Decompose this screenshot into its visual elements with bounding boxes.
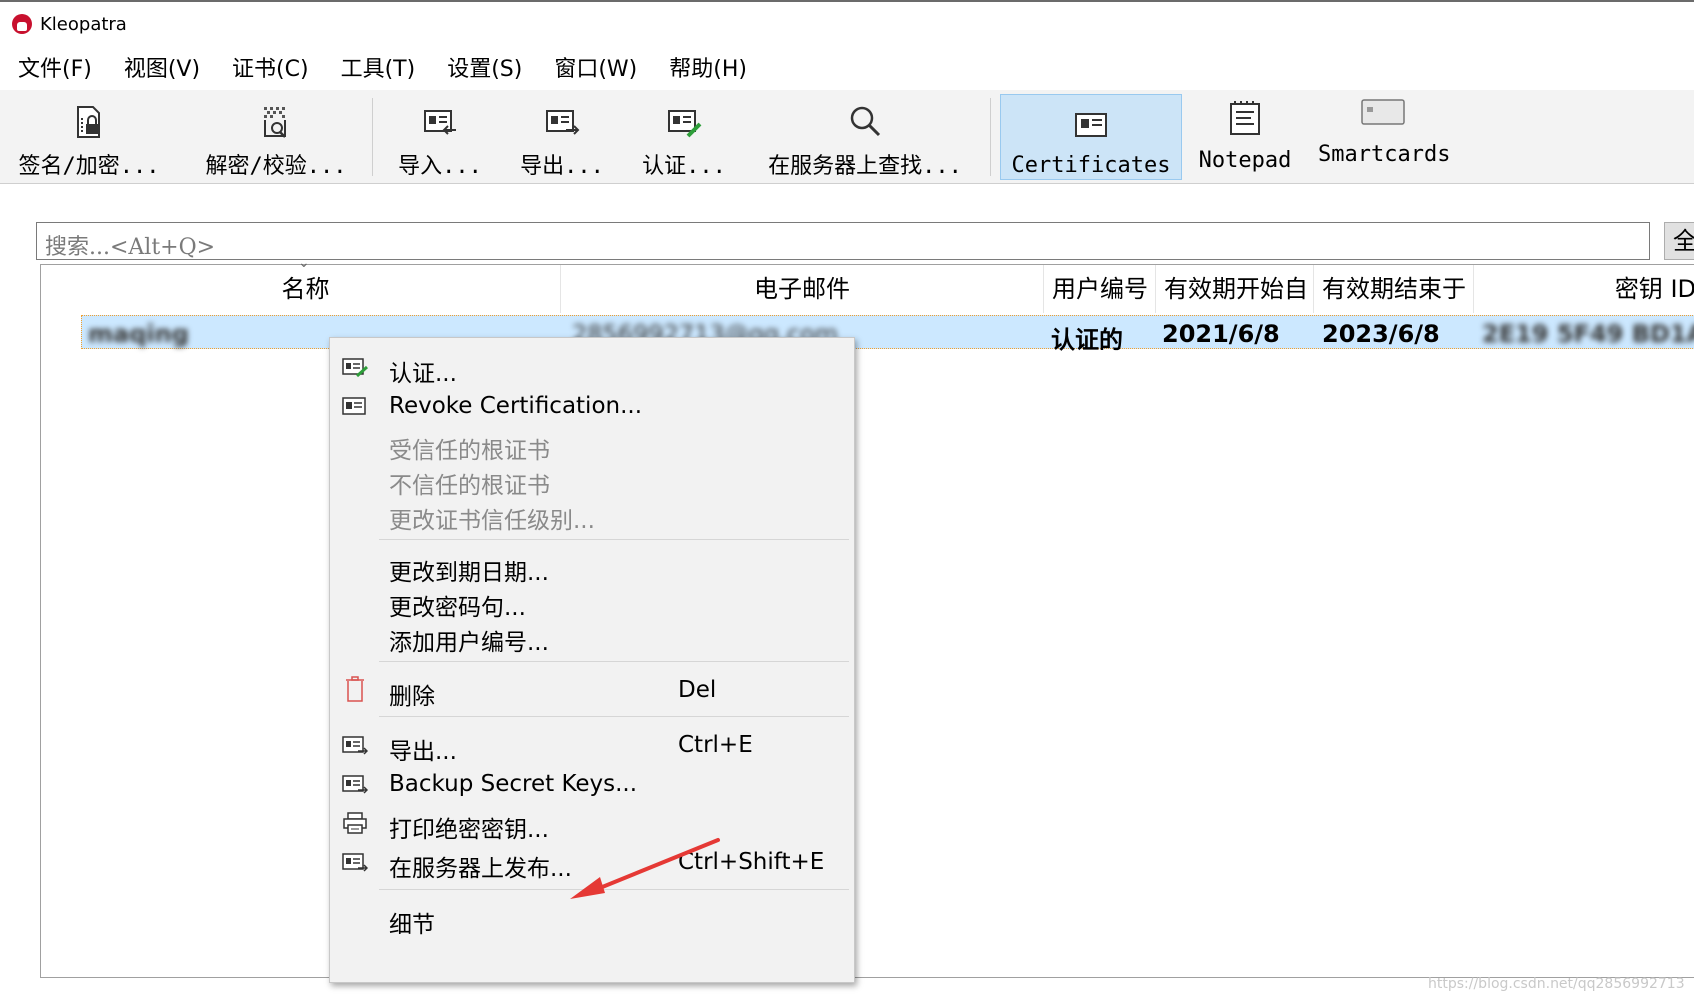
ctx-trusted-root: 受信任的根证书 — [330, 425, 854, 464]
ctx-add-uid-label: 添加用户编号... — [389, 630, 549, 656]
table-row[interactable]: maqing 2856992713@qq.com 认证的 2021/6/8 20… — [81, 315, 1694, 354]
ctx-backup-label: Backup Secret Keys... — [389, 771, 638, 797]
menu-separator — [379, 539, 849, 540]
notepad-icon — [1230, 101, 1260, 135]
main-toolbar: 签名/加密... 解密/校验... 导入... 导出... 认证... 在服务器… — [0, 90, 1694, 184]
notepad-button[interactable]: Notepad — [1192, 90, 1298, 182]
certificates-label: Certificates — [1011, 153, 1171, 178]
menu-window[interactable]: 窗口(W) — [554, 48, 637, 92]
certify-label: 认证... — [642, 154, 726, 179]
ctx-publish-label: 在服务器上发布... — [389, 856, 572, 882]
notepad-label: Notepad — [1198, 148, 1292, 173]
smartcard-icon — [1361, 99, 1405, 125]
ctx-revoke-certification[interactable]: Revoke Certification... — [330, 387, 854, 425]
ctx-revoke-label: Revoke Certification... — [389, 393, 643, 419]
window-title: Kleopatra — [40, 14, 127, 35]
export-certificate-icon — [342, 853, 368, 872]
ctx-change-expiry[interactable]: 更改到期日期... — [330, 547, 854, 586]
title-bar: Kleopatra — [0, 0, 1694, 44]
printer-icon — [343, 812, 367, 834]
menu-settings[interactable]: 设置(S) — [447, 48, 522, 92]
search-field[interactable]: 搜索...<Alt+Q> — [36, 222, 1650, 260]
import-certificate-icon — [424, 110, 456, 135]
ctx-add-user-id[interactable]: 添加用户编号... — [330, 617, 854, 656]
lookup-on-server-label: 在服务器上查找... — [768, 154, 962, 179]
cell-valid-until: 2023/6/8 — [1322, 320, 1440, 348]
export-certificate-icon — [342, 775, 368, 794]
ctx-certify[interactable]: 认证... — [330, 348, 854, 387]
certificate-table: ⌄ 名称 电子邮件 用户编号 有效期开始自 有效期结束于 密钥 ID maqin… — [40, 255, 1694, 978]
certificate-icon — [1075, 113, 1107, 137]
export-label: 导出... — [520, 154, 604, 179]
certify-icon — [668, 110, 702, 138]
menu-view[interactable]: 视图(V) — [124, 48, 200, 92]
ctx-certify-label: 认证... — [389, 361, 457, 387]
ctx-details[interactable]: 细节 — [330, 899, 854, 938]
cell-name: maqing — [88, 320, 189, 348]
cell-user-id: 认证的 — [1051, 326, 1123, 354]
decrypt-verify-icon — [264, 107, 286, 138]
context-menu: 认证... Revoke Certification... 受信任的根证书 不信… — [329, 337, 855, 983]
sign-encrypt-icon — [77, 106, 100, 138]
decrypt-verify-label: 解密/校验... — [205, 154, 347, 179]
ctx-distrust-root: 不信任的根证书 — [330, 460, 854, 499]
column-header-name[interactable]: 名称 — [41, 265, 561, 313]
ctx-delete-shortcut: Del — [678, 677, 717, 703]
toolbar-separator — [990, 98, 991, 176]
ctx-export[interactable]: 导出... Ctrl+E — [330, 726, 854, 765]
menu-separator — [379, 889, 849, 890]
column-header-user-id[interactable]: 用户编号 — [1044, 265, 1156, 313]
ctx-publish-shortcut: Ctrl+Shift+E — [678, 849, 825, 875]
ctx-change-trust-level: 更改证书信任级别... — [330, 495, 854, 534]
trash-icon — [346, 676, 364, 702]
watermark-text: https://blog.csdn.net/qq2856992713 — [1428, 976, 1685, 992]
smartcards-button[interactable]: Smartcards — [1318, 90, 1451, 182]
ctx-delete-label: 删除 — [389, 684, 435, 710]
menu-certificates[interactable]: 证书(C) — [232, 48, 309, 92]
column-header-key-id[interactable]: 密钥 ID — [1474, 265, 1694, 313]
sign-encrypt-label: 签名/加密... — [18, 154, 160, 179]
menu-file[interactable]: 文件(F) — [18, 48, 92, 92]
search-placeholder: 搜索...<Alt+Q> — [45, 235, 216, 260]
menu-separator — [379, 661, 849, 662]
ctx-publish-on-server[interactable]: 在服务器上发布... Ctrl+Shift+E — [330, 843, 854, 882]
ctx-export-shortcut: Ctrl+E — [678, 732, 753, 758]
certify-icon — [342, 358, 368, 378]
cell-valid-from: 2021/6/8 — [1162, 320, 1280, 348]
ctx-print-secret-key[interactable]: 打印绝密密钥... — [330, 804, 854, 843]
menu-tools[interactable]: 工具(T) — [341, 48, 416, 92]
column-header-email[interactable]: 电子邮件 — [561, 265, 1044, 313]
menu-separator — [379, 716, 849, 717]
ctx-change-passphrase[interactable]: 更改密码句... — [330, 582, 854, 621]
export-certificate-icon — [342, 736, 368, 755]
certify-button[interactable]: 认证... — [634, 90, 734, 182]
ctx-delete[interactable]: 删除 Del — [330, 671, 854, 710]
search-icon — [850, 106, 881, 137]
lookup-on-server-button[interactable]: 在服务器上查找... — [760, 90, 970, 182]
decrypt-verify-button[interactable]: 解密/校验... — [196, 90, 356, 182]
sign-encrypt-button[interactable]: 签名/加密... — [14, 90, 164, 182]
ctx-backup-secret-keys[interactable]: Backup Secret Keys... — [330, 765, 854, 803]
toolbar-separator — [372, 98, 373, 176]
filter-all-button[interactable]: 全 — [1664, 222, 1694, 260]
menu-help[interactable]: 帮助(H) — [669, 48, 747, 92]
menu-bar: 文件(F) 视图(V) 证书(C) 工具(T) 设置(S) 窗口(W) 帮助(H… — [0, 48, 1694, 92]
cell-key-id: 2E19 5F49 BD1A — [1482, 320, 1694, 348]
import-button[interactable]: 导入... — [390, 90, 490, 182]
ctx-print-label: 打印绝密密钥... — [389, 817, 549, 843]
kleopatra-app-icon — [12, 14, 32, 34]
ctx-change-trust-label: 更改证书信任级别... — [389, 508, 595, 534]
column-header-valid-until[interactable]: 有效期结束于 — [1314, 265, 1474, 313]
certificate-icon — [342, 397, 366, 415]
ctx-details-label: 细节 — [389, 912, 435, 938]
export-certificate-icon — [546, 110, 580, 135]
column-header-valid-from[interactable]: 有效期开始自 — [1156, 265, 1314, 313]
smartcards-label: Smartcards — [1318, 142, 1451, 167]
certificates-tab-button[interactable]: Certificates — [1000, 94, 1182, 180]
ctx-export-label: 导出... — [389, 739, 457, 765]
export-button[interactable]: 导出... — [512, 90, 612, 182]
import-label: 导入... — [398, 154, 482, 179]
